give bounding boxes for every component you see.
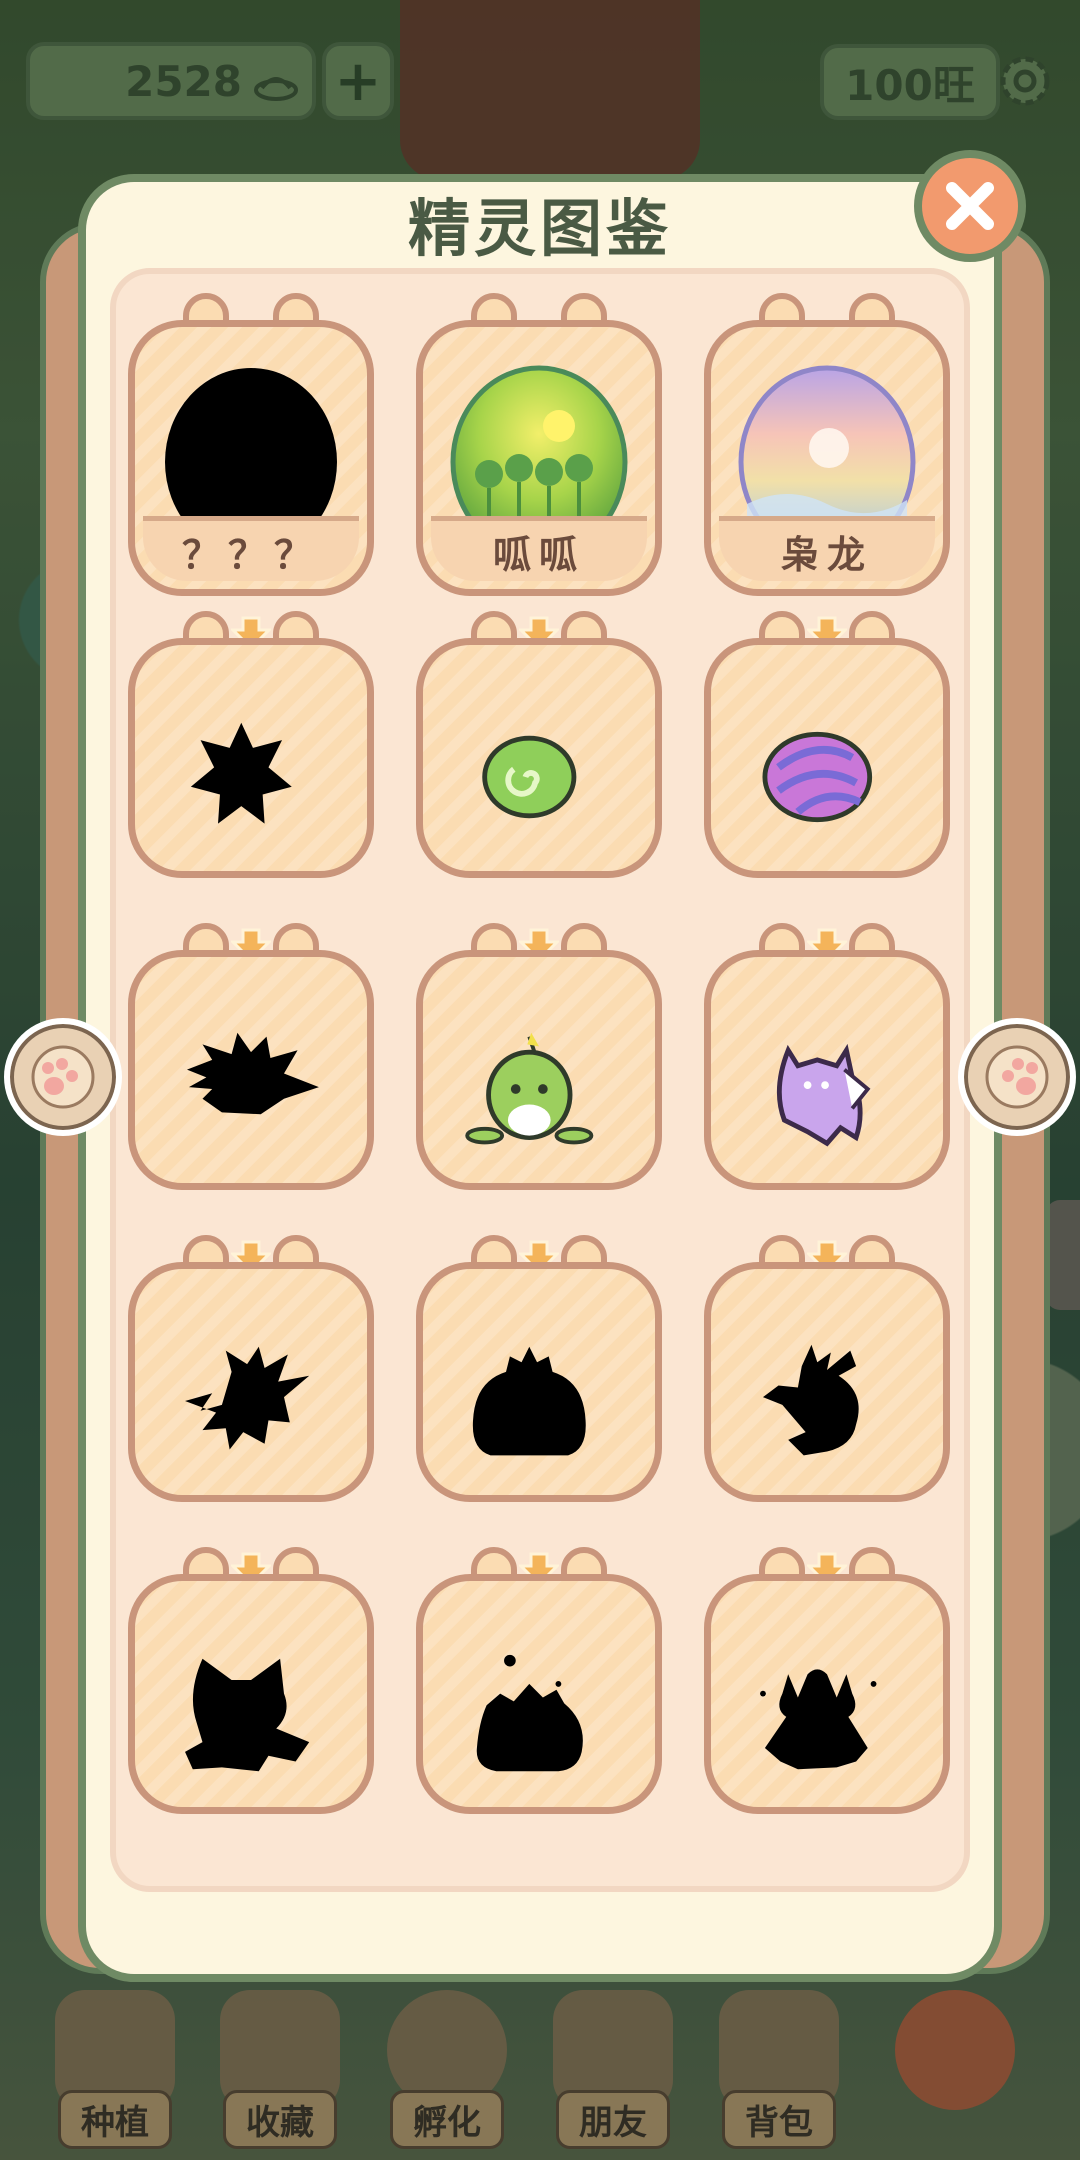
purple-striped-seed [711, 693, 943, 863]
card-body [704, 950, 950, 1190]
paw-icon [985, 1045, 1049, 1109]
purple-ghost-cat [711, 1005, 943, 1175]
close-icon [946, 182, 994, 230]
card-body [416, 1262, 662, 1502]
egg-name: 呱呱 [492, 532, 585, 577]
card-body [416, 950, 662, 1190]
card-body [128, 1262, 374, 1502]
card-body [704, 1574, 950, 1814]
sparkling-mound-silhouette [423, 1629, 655, 1799]
card-body: 枭龙 [704, 320, 950, 596]
green-spiral-seed [423, 693, 655, 863]
egg-name: 枭龙 [780, 532, 873, 577]
card-body [704, 1262, 950, 1502]
lightning-beast-silhouette [135, 1317, 367, 1487]
card-body [128, 1574, 374, 1814]
antlered-ghost-silhouette [711, 1317, 943, 1487]
horned-king-silhouette [711, 1629, 943, 1799]
close-button[interactable] [914, 150, 1026, 262]
green-sprout-frog [423, 1005, 655, 1175]
paw-icon [31, 1045, 95, 1109]
card-body: 呱呱 [416, 320, 662, 596]
next-page-button[interactable] [958, 1018, 1076, 1136]
spiky-creature-silhouette [135, 1005, 367, 1175]
card-body [128, 950, 374, 1190]
big-frog-silhouette [423, 1317, 655, 1487]
card-name-band: 枭龙 [719, 516, 935, 581]
card-body [416, 638, 662, 878]
card-body [416, 1574, 662, 1814]
card-body [704, 638, 950, 878]
card-body: ？？？ [128, 320, 374, 596]
prev-page-button[interactable] [4, 1018, 122, 1136]
spiky-seed-silhouette [135, 693, 367, 863]
card-name-band: 呱呱 [431, 516, 647, 581]
winged-cat-silhouette [135, 1629, 367, 1799]
egg-name: ？？？ [181, 532, 320, 577]
card-name-band: ？？？ [143, 516, 359, 581]
card-body [128, 638, 374, 878]
